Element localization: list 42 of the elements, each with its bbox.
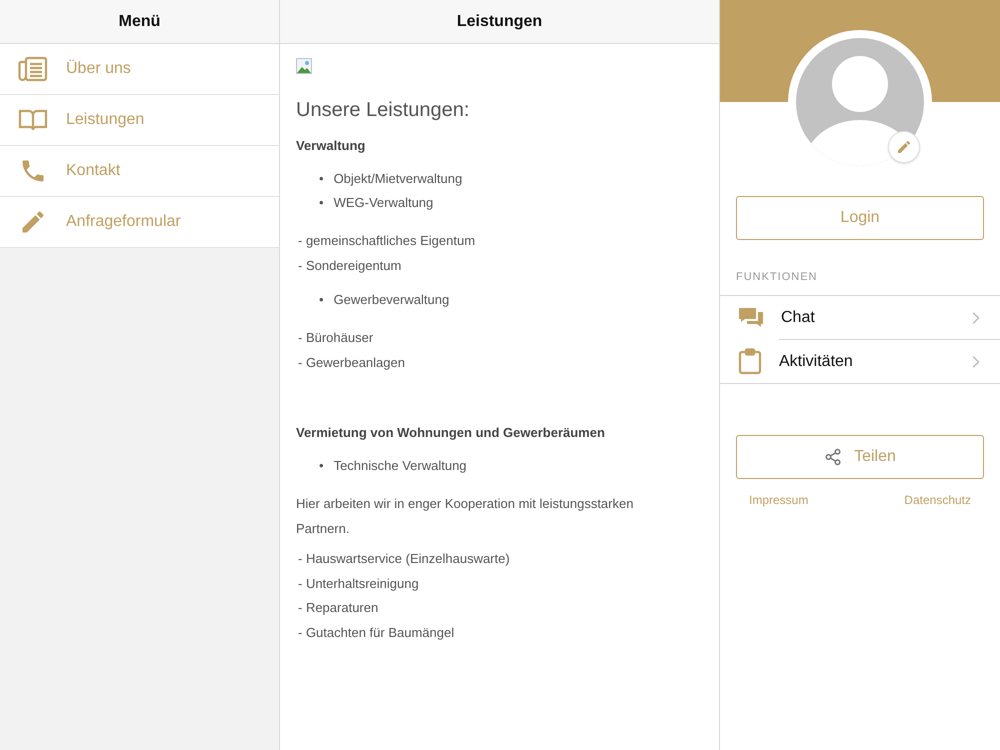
broken-image-icon [296, 58, 312, 74]
function-row[interactable]: Aktivitäten [720, 340, 1000, 383]
share-button[interactable]: Teilen [736, 435, 984, 479]
newspaper-icon [18, 56, 48, 82]
bullet-item: Objekt/Mietverwaltung [334, 170, 462, 188]
bullet-marker: • [319, 194, 324, 212]
text-line: - Unterhaltsreinigung [297, 574, 420, 593]
text-line: - Sondereigentum [297, 256, 402, 275]
clipboard-icon [738, 348, 762, 375]
bullet-item: WEG-Verwaltung [334, 194, 434, 212]
menu-title: Menü [118, 12, 160, 30]
pencil-icon [896, 139, 912, 155]
text-line: - Hauswartservice (Einzelhauswarte) [297, 550, 511, 568]
footer-link[interactable]: Datenschutz [904, 493, 971, 507]
text-line: - Bürohäuser [297, 329, 374, 347]
paragraph: Hier arbeiten wir in enger Kooperation mit leistungsstarken Partnern. [296, 495, 634, 538]
share-icon [824, 448, 842, 466]
text-line: - gemeinschaftliches Eigentum [297, 232, 476, 250]
bullet-marker: • [319, 170, 324, 188]
menu-item[interactable]: Kontakt [0, 146, 279, 197]
chat-icon [738, 306, 764, 330]
menu-item[interactable]: Anfrageformular [0, 197, 279, 248]
menu-item[interactable]: Über uns [0, 44, 279, 95]
function-label: Aktivitäten [779, 352, 854, 370]
bullet-marker: • [319, 291, 324, 309]
bullet-item: Gewerbeverwaltung [334, 291, 450, 309]
section-heading: Vermietung von Wohnungen und Gewerberäumen [296, 425, 606, 440]
section-label: FUNKTIONEN [735, 271, 818, 283]
login-button[interactable]: Login [736, 196, 984, 240]
function-row[interactable]: Chat [720, 296, 1000, 339]
bullet-item: Technische Verwaltung [334, 457, 467, 475]
content-heading: Unsere Leistungen: [296, 99, 470, 122]
function-label: Chat [781, 308, 816, 326]
text-line: - Gewerbeanlagen [297, 354, 406, 372]
text-line: - Reparaturen [297, 599, 380, 617]
bullet-marker: • [319, 457, 324, 475]
section-heading: Verwaltung [296, 138, 366, 153]
footer-link[interactable]: Impressum [749, 493, 808, 507]
text-line: - Gutachten für Baumängel [297, 624, 456, 642]
book-icon [18, 108, 48, 132]
menu-item[interactable]: Leistungen [0, 95, 279, 146]
content-title: Leistungen [456, 12, 542, 30]
